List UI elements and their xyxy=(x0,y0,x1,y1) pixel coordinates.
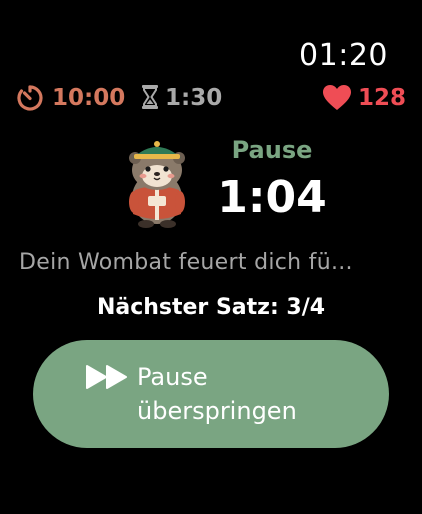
workout-rest-screen: 01:20 10:00 1:30 128 Pause 1:04 Dein Wom… xyxy=(0,0,422,514)
motivation-message: Dein Wombat feuert dich fü... xyxy=(19,250,353,275)
skip-rest-label-line2: überspringen xyxy=(137,397,297,425)
heart-icon xyxy=(322,84,352,112)
status-clock: 01:20 xyxy=(299,38,388,73)
workout-timer-value: 10:00 xyxy=(52,85,126,111)
stats-row: 10:00 1:30 128 xyxy=(16,82,406,114)
skip-rest-button[interactable]: Pause überspringen xyxy=(33,340,389,448)
rest-label: Pause xyxy=(231,136,313,164)
skip-rest-label: Pause überspringen xyxy=(137,360,377,428)
rest-countdown: 1:04 xyxy=(217,172,327,223)
workout-timer: 10:00 xyxy=(16,82,125,114)
rest-duration: 1:30 xyxy=(141,82,222,114)
next-set-indicator: Nächster Satz: 3/4 xyxy=(96,295,326,320)
heart-rate-value: 128 xyxy=(357,85,406,111)
rest-duration-value: 1:30 xyxy=(165,85,223,111)
heart-rate: 128 xyxy=(322,82,406,114)
skip-rest-label-line1: Pause xyxy=(137,363,208,391)
fast-forward-icon xyxy=(85,364,129,390)
wombat-mascot xyxy=(122,136,192,230)
hourglass-icon xyxy=(141,84,159,112)
timer-icon xyxy=(16,84,44,112)
